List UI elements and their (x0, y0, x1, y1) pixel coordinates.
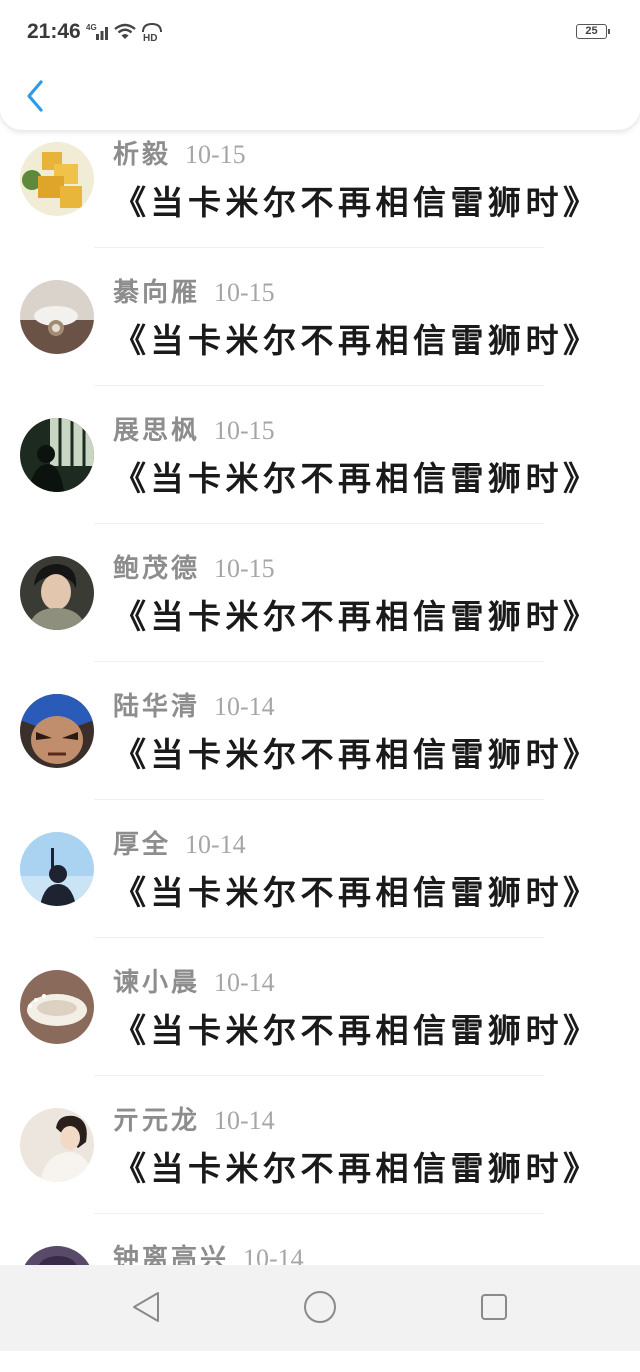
commenter-name[interactable]: 綦向雁 (113, 278, 200, 308)
comment-item[interactable]: 綦向雁 10-15 《当卡米尔不再相信雷狮时》 (0, 268, 640, 406)
comment-item[interactable]: 析毅 10-15 《当卡米尔不再相信雷狮时》 (0, 130, 640, 268)
avatar[interactable] (20, 1108, 94, 1182)
comment-meta: 谏小晨 10-14 (113, 962, 275, 999)
avatar[interactable] (20, 832, 94, 906)
comment-list: 析毅 10-15 《当卡米尔不再相信雷狮时》 綦向雁 10-15 《当卡米尔不再相信… (0, 130, 640, 1372)
comment-date: 10-14 (214, 692, 275, 721)
commenter-name[interactable]: 厚全 (113, 830, 171, 860)
avatar[interactable] (20, 418, 94, 492)
comment-item[interactable]: 陆华清 10-14 《当卡米尔不再相信雷狮时》 (0, 682, 640, 820)
comment-date: 10-15 (214, 416, 275, 445)
comment-date: 10-14 (185, 830, 246, 859)
divider (94, 1213, 544, 1214)
commenter-name[interactable]: 鲍茂德 (113, 554, 200, 584)
comment-item[interactable]: 展思枫 10-15 《当卡米尔不再相信雷狮时》 (0, 406, 640, 544)
divider (94, 799, 544, 800)
comment-item[interactable]: 亓元龙 10-14 《当卡米尔不再相信雷狮时》 (0, 1096, 640, 1234)
system-nav-bar (0, 1265, 640, 1351)
comment-date: 10-15 (214, 554, 275, 583)
commenter-name[interactable]: 析毅 (113, 140, 171, 170)
comment-text: 《当卡米尔不再相信雷狮时》 (113, 459, 601, 498)
comment-text: 《当卡米尔不再相信雷狮时》 (113, 321, 601, 360)
divider (94, 247, 544, 248)
status-time: 21:46 (27, 20, 81, 43)
status-icons: 4G HD (86, 22, 164, 42)
svg-text:4G: 4G (86, 23, 97, 32)
avatar[interactable] (20, 142, 94, 216)
divider (94, 937, 544, 938)
commenter-name[interactable]: 亓元龙 (113, 1106, 200, 1136)
comment-meta: 展思枫 10-15 (113, 410, 275, 447)
comment-item[interactable]: 谏小晨 10-14 《当卡米尔不再相信雷狮时》 (0, 958, 640, 1096)
divider (94, 385, 544, 386)
comment-date: 10-15 (214, 278, 275, 307)
avatar[interactable] (20, 970, 94, 1044)
avatar[interactable] (20, 556, 94, 630)
comment-date: 10-14 (214, 968, 275, 997)
comment-item[interactable]: 鲍茂德 10-15 《当卡米尔不再相信雷狮时》 (0, 544, 640, 682)
avatar[interactable] (20, 280, 94, 354)
hd-icon: HD (142, 22, 162, 42)
comment-meta: 厚全 10-14 (113, 824, 246, 861)
comment-date: 10-14 (214, 1106, 275, 1135)
wifi-icon (114, 23, 136, 39)
commenter-name[interactable]: 谏小晨 (113, 968, 200, 998)
comment-text: 《当卡米尔不再相信雷狮时》 (113, 1149, 601, 1188)
comment-meta: 陆华清 10-14 (113, 686, 275, 723)
divider (94, 523, 544, 524)
comment-meta: 析毅 10-15 (113, 134, 246, 171)
comment-item[interactable]: 厚全 10-14 《当卡米尔不再相信雷狮时》 (0, 820, 640, 958)
commenter-name[interactable]: 陆华清 (113, 692, 200, 722)
battery-indicator: 25 (576, 24, 610, 39)
comment-text: 《当卡米尔不再相信雷狮时》 (113, 873, 601, 912)
divider (94, 1075, 544, 1076)
circle-home-icon[interactable] (302, 1289, 338, 1325)
comment-text: 《当卡米尔不再相信雷狮时》 (113, 183, 601, 222)
status-bar: 21:46 4G HD 25 (0, 0, 640, 62)
square-recents-icon[interactable] (476, 1289, 512, 1325)
comment-meta: 亓元龙 10-14 (113, 1100, 275, 1137)
chevron-left-icon[interactable] (22, 78, 48, 114)
divider (94, 661, 544, 662)
avatar[interactable] (20, 694, 94, 768)
comment-text: 《当卡米尔不再相信雷狮时》 (113, 1011, 601, 1050)
comment-meta: 綦向雁 10-15 (113, 272, 275, 309)
signal-4g-icon: 4G (86, 23, 108, 40)
svg-text:HD: HD (143, 33, 157, 42)
commenter-name[interactable]: 展思枫 (113, 416, 200, 446)
comment-meta: 鲍茂德 10-15 (113, 548, 275, 585)
comment-text: 《当卡米尔不再相信雷狮时》 (113, 735, 601, 774)
triangle-back-icon[interactable] (128, 1289, 164, 1325)
comment-date: 10-15 (185, 140, 246, 169)
comment-text: 《当卡米尔不再相信雷狮时》 (113, 597, 601, 636)
